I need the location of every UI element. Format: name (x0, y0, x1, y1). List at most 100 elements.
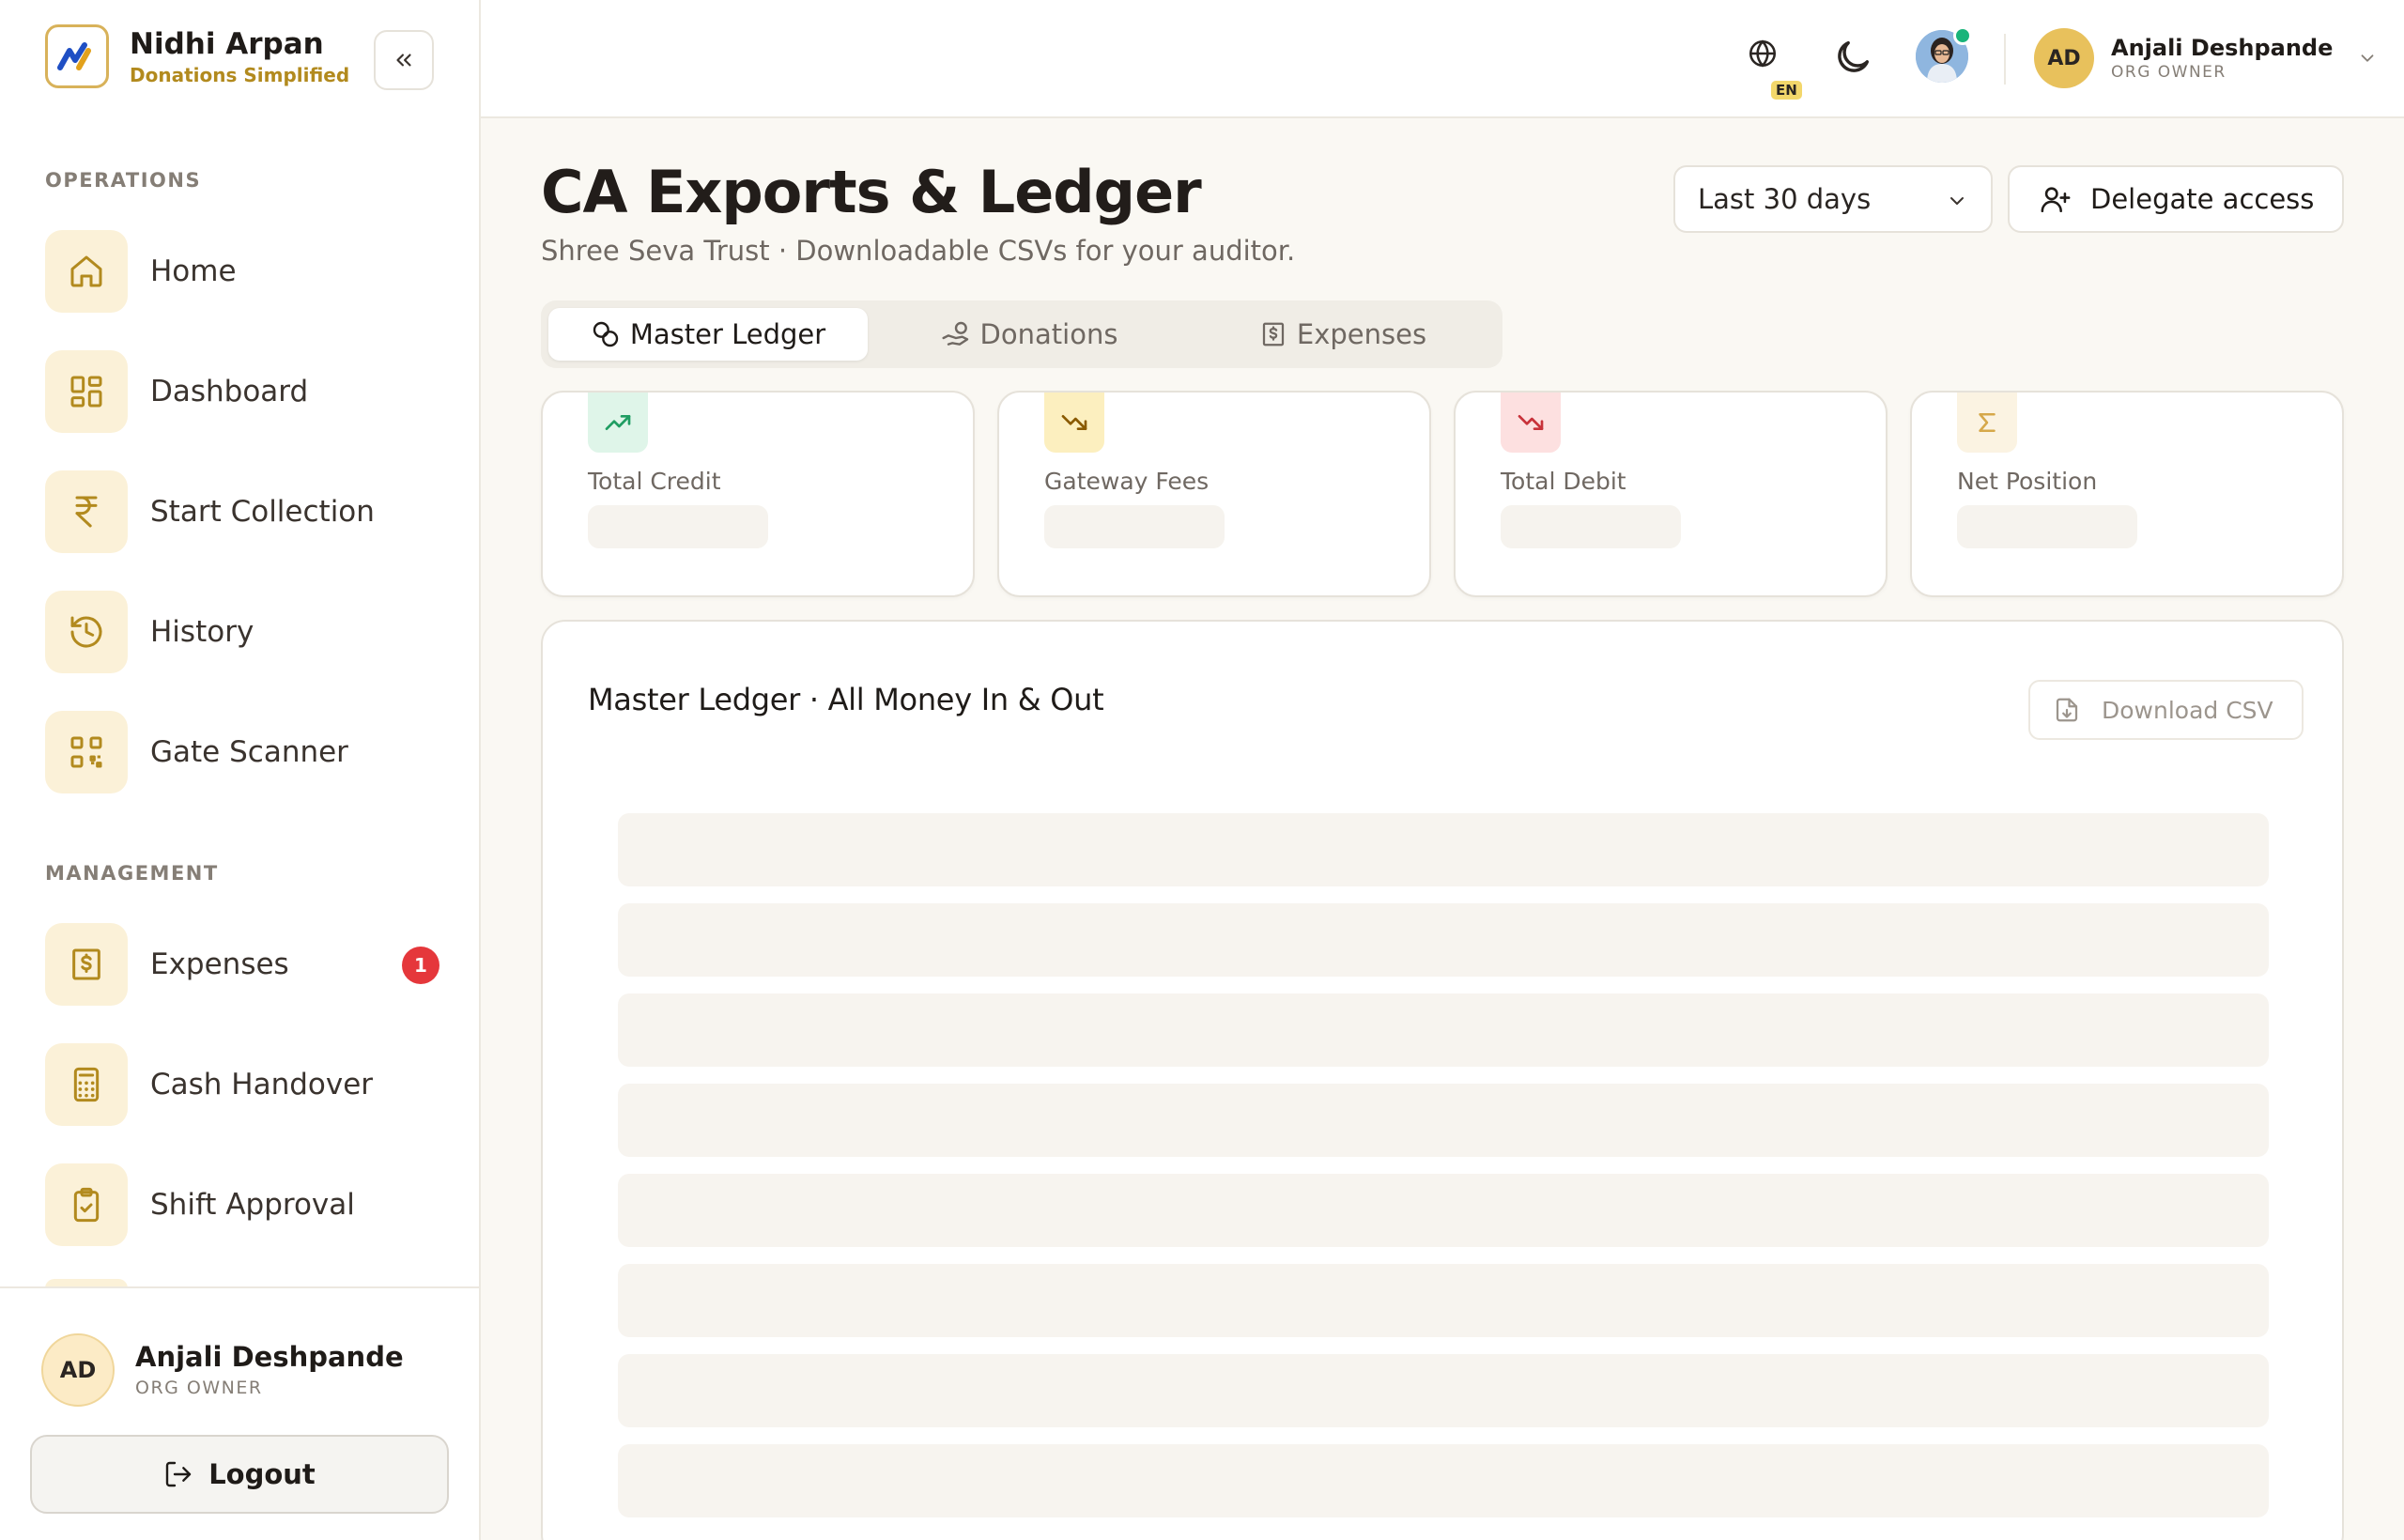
loading-row (618, 1174, 2269, 1247)
sidebar-item-label: Gate Scanner (150, 735, 348, 769)
sidebar-item-label: Shift Approval (150, 1188, 355, 1222)
sidebar-item-label: Cash Handover (150, 1068, 374, 1101)
dashboard-icon (45, 350, 128, 433)
brand-logo (45, 24, 109, 88)
hand-coins-icon (942, 321, 968, 346)
section-label-management: MANAGEMENT (45, 862, 219, 885)
qr-code-icon (45, 711, 128, 793)
stat-card-total-debit: Total Debit (1454, 391, 1888, 597)
stat-value-placeholder (1501, 505, 1681, 548)
receipt-icon (1262, 322, 1285, 346)
sigma-icon (1957, 393, 2017, 453)
brand-name: Nidhi Arpan (130, 27, 324, 61)
user-role: ORG OWNER (2111, 63, 2227, 82)
sidebar-item-gate-scanner[interactable]: Gate Scanner (45, 710, 439, 794)
notification-badge: 1 (402, 947, 439, 984)
loading-row (618, 993, 2269, 1067)
stat-card-gateway-fees: Gateway Fees (997, 391, 1431, 597)
stat-value-placeholder (1957, 505, 2137, 548)
logout-label: Logout (208, 1458, 316, 1490)
calculator-icon (45, 1043, 128, 1126)
page-title: CA Exports & Ledger (541, 158, 1202, 226)
date-range-select[interactable]: Last 30 days (1673, 165, 1993, 233)
sidebar-item-start-collection[interactable]: Start Collection (45, 470, 439, 554)
online-status-dot (1953, 26, 1972, 45)
chevron-down-icon (2361, 54, 2374, 62)
delegate-access-label: Delegate access (2090, 183, 2315, 215)
stat-value-placeholder (1044, 505, 1225, 548)
ledger-tabs: Master Ledger Donations Expenses (541, 300, 1502, 368)
logout-button[interactable]: Logout (30, 1435, 449, 1514)
sidebar-item-cash-handover[interactable]: Cash Handover (45, 1042, 439, 1127)
sidebar-item-expenses[interactable]: Expenses 1 (45, 922, 439, 1007)
sidebar: Nidhi Arpan Donations Simplified OPERATI… (0, 0, 481, 1540)
sidebar-item-label: Start Collection (150, 495, 375, 529)
sidebar-item-label: Dashboard (150, 375, 309, 408)
sidebar-user: AD Anjali Deshpande ORG OWNER (41, 1333, 404, 1407)
loading-row (618, 1084, 2269, 1157)
trending-down-icon (1501, 393, 1561, 453)
sidebar-item-dashboard[interactable]: Dashboard (45, 349, 439, 434)
theme-toggle-button[interactable] (1831, 36, 1874, 83)
sidebar-item-home[interactable]: Home (45, 229, 439, 314)
trending-down-icon (1044, 393, 1104, 453)
stat-card-net-position: Net Position (1910, 391, 2344, 597)
tab-label: Donations (979, 318, 1118, 350)
brand[interactable]: Nidhi Arpan Donations Simplified (45, 24, 349, 88)
ledger-panel: Master Ledger · All Money In & Out Downl… (541, 620, 2344, 1540)
receipt-icon (45, 923, 128, 1006)
tab-donations[interactable]: Donations (875, 308, 1183, 361)
sidebar-item-label: Home (150, 254, 237, 288)
clipboard-check-icon (45, 1163, 128, 1246)
home-icon (45, 230, 128, 313)
globe-icon (1749, 39, 1777, 68)
chevrons-left-icon (396, 54, 411, 67)
brand-tagline: Donations Simplified (130, 64, 350, 86)
loading-row (618, 1264, 2269, 1337)
sidebar-item-history[interactable]: History (45, 590, 439, 674)
loading-row (618, 903, 2269, 977)
user-menu[interactable]: AD Anjali Deshpande ORG OWNER (2034, 28, 2378, 88)
sidebar-item-label: Expenses (150, 947, 289, 981)
section-label-operations: OPERATIONS (45, 169, 202, 192)
user-plus-icon (2041, 187, 2071, 213)
avatar: AD (41, 1333, 115, 1407)
sidebar-footer: AD Anjali Deshpande ORG OWNER Logout (0, 1286, 479, 1540)
tab-label: Expenses (1296, 318, 1427, 350)
top-bar: EN AD Anjali Deshpande ORG OWNER (481, 0, 2404, 118)
page-subtitle: Shree Seva Trust · Downloadable CSVs for… (541, 235, 1296, 267)
delegate-access-button[interactable]: Delegate access (2008, 165, 2344, 233)
moon-icon (1838, 40, 1870, 72)
trending-up-icon (588, 393, 648, 453)
ledger-title: Master Ledger · All Money In & Out (588, 682, 1104, 717)
loading-row (618, 1354, 2269, 1427)
history-icon (45, 591, 128, 673)
tab-expenses[interactable]: Expenses (1191, 308, 1495, 361)
stat-card-total-credit: Total Credit (541, 391, 975, 597)
chevron-down-icon (1950, 197, 1964, 205)
sidebar-item-label: History (150, 615, 254, 649)
avatar: AD (2034, 28, 2094, 88)
stat-label: Total Debit (1501, 468, 1626, 495)
loading-row (618, 1444, 2269, 1517)
language-button[interactable]: EN (1747, 38, 1802, 100)
coins-icon (593, 321, 619, 347)
download-csv-label: Download CSV (2102, 696, 2273, 724)
date-range-value: Last 30 days (1698, 183, 1872, 215)
user-name: Anjali Deshpande (135, 1341, 404, 1373)
stat-label: Total Credit (588, 468, 721, 495)
stat-value-placeholder (588, 505, 768, 548)
user-name: Anjali Deshpande (2111, 35, 2334, 61)
stat-label: Gateway Fees (1044, 468, 1210, 495)
sidebar-item-shift-approval[interactable]: Shift Approval (45, 1163, 439, 1247)
stat-label: Net Position (1957, 468, 2098, 495)
loading-row (618, 813, 2269, 886)
logout-icon (166, 1461, 192, 1487)
language-badge: EN (1771, 81, 1802, 100)
tab-label: Master Ledger (629, 318, 826, 350)
rupee-icon (45, 470, 128, 553)
user-role: ORG OWNER (135, 1378, 263, 1398)
collapse-sidebar-button[interactable] (374, 30, 434, 90)
download-csv-button[interactable]: Download CSV (2028, 680, 2304, 740)
tab-master-ledger[interactable]: Master Ledger (548, 308, 868, 361)
